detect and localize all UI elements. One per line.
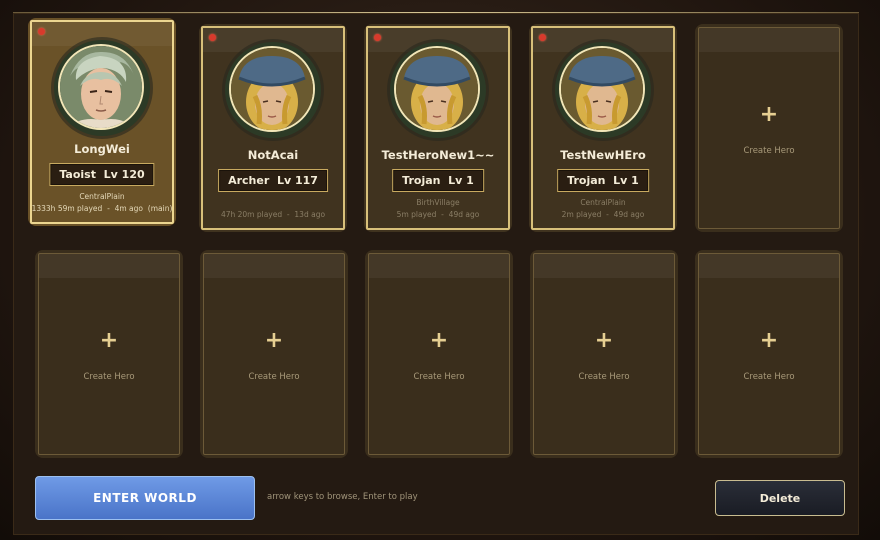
hero-map: CentralPlain [580, 198, 626, 207]
last-seen: 49d ago [448, 210, 480, 219]
hero-map: CentralPlain [79, 192, 125, 201]
card-frame [698, 27, 840, 229]
separator: - [441, 210, 444, 219]
status-dot-icon [374, 34, 381, 41]
card-top-band [534, 254, 674, 278]
card-top-band [204, 254, 344, 278]
card-frame [38, 253, 180, 455]
hero-level: Lv 1 [448, 174, 474, 187]
create-hero-label: Create Hero [83, 372, 135, 382]
create-hero-slot[interactable]: + Create Hero [695, 24, 843, 232]
hero-class: Archer [228, 174, 270, 187]
status-dot-icon [209, 34, 216, 41]
keyboard-hint: arrow keys to browse, Enter to play [267, 492, 418, 502]
hero-card-notacai[interactable]: NotAcai Archer Lv 117 47h 20m played - 1… [199, 24, 347, 232]
played-time: 2m played [561, 210, 602, 219]
create-hero-slot[interactable]: + Create Hero [35, 250, 183, 458]
create-hero-slot[interactable]: + Create Hero [695, 250, 843, 458]
delete-button[interactable]: Delete [715, 480, 845, 516]
hero-class: Trojan [567, 174, 606, 187]
portrait-ring [54, 40, 150, 136]
separator: - [107, 204, 110, 213]
hero-name: TestNewHEro [560, 148, 646, 162]
portrait-ring [390, 42, 486, 138]
plus-icon: + [429, 328, 449, 353]
hero-playtime: 47h 20m played - 13d ago [199, 210, 347, 219]
capped-hero-portrait-icon [394, 46, 480, 132]
card-frame [203, 253, 345, 455]
create-hero-slot[interactable]: + Create Hero [365, 250, 513, 458]
create-hero-label: Create Hero [413, 372, 465, 382]
create-hero-slot[interactable]: + Create Hero [200, 250, 348, 458]
card-top-band [369, 254, 509, 278]
hero-card-testnewhero[interactable]: TestNewHEro Trojan Lv 1 CentralPlain 2m … [529, 24, 677, 232]
card-frame [698, 253, 840, 455]
hero-level: Lv 120 [103, 168, 145, 181]
card-frame [533, 253, 675, 455]
separator: - [286, 210, 290, 219]
class-level-badge: Archer Lv 117 [218, 169, 328, 192]
hero-card-longwei[interactable]: LongWei Taoist Lv 120 CentralPlain 1333h… [28, 18, 176, 226]
create-hero-label: Create Hero [743, 372, 795, 382]
plus-icon: + [264, 328, 284, 353]
card-top-band [699, 254, 839, 278]
enter-world-button[interactable]: ENTER WORLD [35, 476, 255, 520]
hero-playtime: 5m played - 49d ago [364, 210, 512, 219]
card-top-band [39, 254, 179, 278]
last-seen: 49d ago [613, 210, 645, 219]
played-time: 5m played [396, 210, 437, 219]
hero-name: NotAcai [247, 148, 299, 162]
hero-class: Trojan [402, 174, 441, 187]
played-time: 1333h 59m played [31, 204, 103, 213]
status-dot-icon [539, 34, 546, 41]
capped-hero-portrait-icon [559, 46, 645, 132]
last-seen: 4m ago [114, 204, 144, 213]
hero-name: TestHeroNew1~~ [381, 148, 495, 162]
played-time: 47h 20m played [220, 210, 283, 219]
create-hero-label: Create Hero [248, 372, 300, 382]
separator: - [606, 210, 609, 219]
hero-level: Lv 1 [613, 174, 639, 187]
hero-playtime: 2m played - 49d ago [529, 210, 677, 219]
plus-icon: + [759, 102, 779, 127]
hero-card-testheronew1[interactable]: TestHeroNew1~~ Trojan Lv 1 BirthVillage … [364, 24, 512, 232]
capped-hero-portrait-icon [229, 46, 315, 132]
create-hero-label: Create Hero [743, 146, 795, 156]
create-hero-slot[interactable]: + Create Hero [530, 250, 678, 458]
plus-icon: + [99, 328, 119, 353]
taoist-portrait-icon [58, 44, 144, 130]
card-frame [368, 253, 510, 455]
hero-class: Taoist [59, 168, 96, 181]
class-level-badge: Taoist Lv 120 [49, 163, 155, 186]
card-top-band [699, 28, 839, 52]
hero-playtime: 1333h 59m played - 4m ago (main) [28, 204, 176, 213]
hero-level: Lv 117 [276, 174, 318, 187]
plus-icon: + [759, 328, 779, 353]
last-seen: 13d ago [294, 210, 326, 219]
status-dot-icon [38, 28, 45, 35]
main-tag: (main) [147, 204, 173, 213]
hero-map: BirthVillage [416, 198, 460, 207]
portrait-ring [225, 42, 321, 138]
class-level-badge: Trojan Lv 1 [557, 169, 649, 192]
class-level-badge: Trojan Lv 1 [392, 169, 484, 192]
hero-name: LongWei [74, 142, 130, 156]
portrait-ring [555, 42, 651, 138]
plus-icon: + [594, 328, 614, 353]
create-hero-label: Create Hero [578, 372, 630, 382]
